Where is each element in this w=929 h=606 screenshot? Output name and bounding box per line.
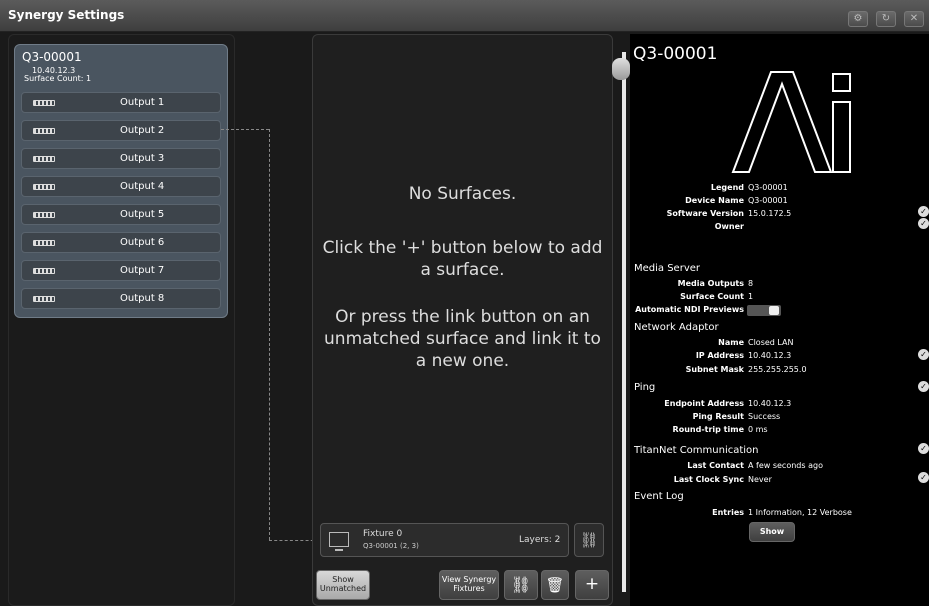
output-icon [33,296,55,302]
endpoint-address-label: Endpoint Address [664,399,744,408]
unlink-icon[interactable]: ⛓ [504,570,538,600]
device-name-label: Device Name [685,196,744,205]
show-event-log-button[interactable]: Show [749,522,795,542]
output-icon [33,184,55,190]
adaptor-name-label: Name [718,338,744,347]
add-surface-hint: Click the '+' button below to add a surf… [322,238,603,280]
device-surface-count: Surface Count: 1 [24,74,92,83]
output-icon [33,128,55,134]
output-row[interactable]: Output 7 [21,260,221,281]
close-icon[interactable]: ✕ [904,11,924,27]
output-row[interactable]: Output 4 [21,176,221,197]
device-card[interactable]: Q3-00001 10.40.12.3 Surface Count: 1 Out… [14,44,228,318]
check-icon: ✓ [918,381,929,392]
adaptor-name-value: Closed LAN [748,338,794,347]
fixture-name: Fixture 0 [363,529,403,539]
gear-icon[interactable]: ⚙ [848,11,868,27]
output-row[interactable]: Output 5 [21,204,221,225]
ping-result-label: Ping Result [692,412,744,421]
fixture-row[interactable]: Fixture 0 Q3-00001 (2, 3) Layers: 2 [320,523,569,557]
device-name: Q3-00001 [22,50,82,64]
output-label: Output 5 [120,209,165,220]
window-title: Synergy Settings [8,8,125,22]
last-clock-sync-label: Last Clock Sync [673,475,744,484]
check-icon: ✓ [918,472,929,483]
output-row[interactable]: Output 6 [21,232,221,253]
scrollbar-thumb[interactable] [612,58,630,80]
media-outputs-label: Media Outputs [677,279,744,288]
ip-address-label: IP Address [695,351,744,360]
network-adaptor-heading: Network Adaptor [634,322,719,333]
subnet-mask-label: Subnet Mask [685,365,744,374]
output-label: Output 4 [120,181,165,192]
output-icon [33,100,55,106]
ndi-previews-label: Automatic NDI Previews [635,305,744,314]
link-surface-hint: Or press the link button on an unmatched… [324,307,601,371]
legend-value: Q3-00001 [748,183,788,192]
round-trip-label: Round-trip time [672,425,744,434]
show-unmatched-button[interactable]: Show Unmatched [316,570,370,600]
owner-label: Owner [714,222,744,231]
output-row[interactable]: Output 8 [21,288,221,309]
connection-line [269,129,270,540]
last-contact-label: Last Contact [687,461,744,470]
ping-heading: Ping [634,382,656,393]
entries-value: 1 Information, 12 Verbose [748,508,852,517]
surface-count-label: Surface Count [680,292,744,301]
output-label: Output 1 [120,97,165,108]
fixture-detail: Q3-00001 (2, 3) [363,542,419,550]
title-bar: Synergy Settings ⚙ ↻ ✕ [0,0,929,32]
output-icon [33,240,55,246]
last-contact-value: A few seconds ago [748,461,823,470]
titannet-heading: TitanNet Communication [634,445,759,456]
fixture-layers: Layers: 2 [519,535,561,545]
last-clock-sync-value: Never [748,475,772,484]
details-title: Q3-00001 [633,44,718,64]
software-version-value: 15.0.172.5 [748,209,792,218]
output-label: Output 2 [120,125,165,136]
check-icon: ✓ [918,349,929,360]
view-synergy-fixtures-button[interactable]: View Synergy Fixtures [439,570,499,600]
monitor-stand [335,549,343,551]
check-icon: ✓ [918,443,929,454]
monitor-icon [329,532,349,547]
surface-count-value: 1 [748,292,754,301]
refresh-icon[interactable]: ↻ [876,11,896,27]
subnet-mask-value: 255.255.255.0 [748,365,807,374]
output-label: Output 6 [120,237,165,248]
software-version-label: Software Version [666,209,744,218]
output-label: Output 7 [120,265,165,276]
toggle-knob [769,306,779,315]
output-label: Output 8 [120,293,165,304]
ping-result-value: Success [748,412,781,421]
output-icon [33,268,55,274]
ip-address-value: 10.40.12.3 [748,351,792,360]
no-surfaces-text: No Surfaces. [408,184,517,204]
check-icon: ✓ [918,206,929,217]
output-label: Output 3 [120,153,165,164]
output-row[interactable]: Output 1 [21,92,221,113]
scrollbar[interactable] [622,52,626,592]
link-icon[interactable]: ⛓ [574,523,604,557]
ai-logo [731,71,851,173]
device-name-value: Q3-00001 [748,196,788,205]
round-trip-value: 0 ms [748,425,768,434]
check-icon: ✓ [918,218,929,229]
trash-icon[interactable]: 🗑 [541,570,569,600]
connection-line [221,129,269,130]
media-server-heading: Media Server [634,263,701,274]
add-surface-button[interactable]: + [575,570,609,600]
output-icon [33,212,55,218]
ndi-previews-toggle[interactable] [747,305,781,316]
entries-label: Entries [712,508,744,517]
output-icon [33,156,55,162]
legend-label: Legend [710,183,744,192]
output-row[interactable]: Output 3 [21,148,221,169]
media-outputs-value: 8 [748,279,754,288]
endpoint-address-value: 10.40.12.3 [748,399,792,408]
output-row[interactable]: Output 2 [21,120,221,141]
event-log-heading: Event Log [634,491,684,502]
